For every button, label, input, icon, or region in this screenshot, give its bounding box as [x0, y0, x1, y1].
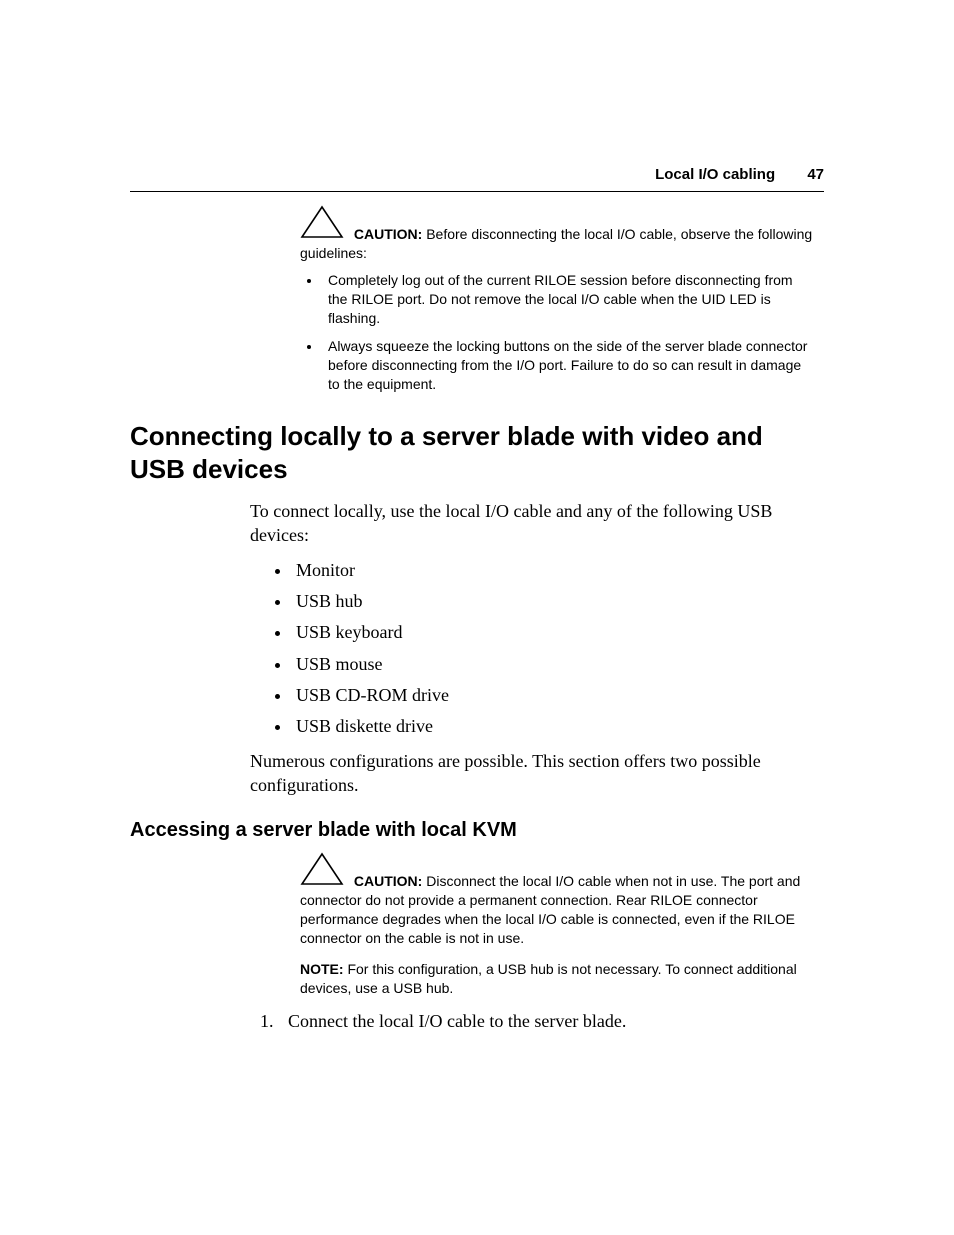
heading-1: Connecting locally to a server blade wit… — [130, 420, 824, 485]
note-label: NOTE: — [300, 961, 344, 977]
header-page-number: 47 — [807, 166, 824, 183]
caution-triangle-icon — [300, 852, 344, 891]
intro-paragraph: To connect locally, use the local I/O ca… — [250, 499, 824, 548]
device-list-item: USB mouse — [292, 652, 824, 676]
ordered-steps: Connect the local I/O cable to the serve… — [250, 1009, 824, 1033]
device-list-item: USB diskette drive — [292, 714, 824, 738]
page: Local I/O cabling 47 CAUTION: Before dis… — [0, 0, 954, 1235]
caution-bullet-item: Always squeeze the locking buttons on th… — [322, 337, 814, 394]
page-content: CAUTION: Before disconnecting the local … — [130, 165, 824, 1034]
caution-block-2: CAUTION: Disconnect the local I/O cable … — [300, 852, 814, 948]
header-title: Local I/O cabling — [655, 166, 775, 183]
caution-bullet-item: Completely log out of the current RILOE … — [322, 271, 814, 328]
device-list: Monitor USB hub USB keyboard USB mouse U… — [250, 558, 824, 739]
device-list-item: USB hub — [292, 589, 824, 613]
note-text: For this configuration, a USB hub is not… — [300, 961, 797, 996]
heading-2: Accessing a server blade with local KVM — [130, 817, 824, 844]
caution-block-1: CAUTION: Before disconnecting the local … — [300, 205, 814, 394]
device-list-item: USB CD-ROM drive — [292, 683, 824, 707]
intro-paragraph-2: Numerous configurations are possible. Th… — [250, 749, 824, 798]
page-header: Local I/O cabling 47 — [130, 165, 824, 192]
caution-bullet-list: Completely log out of the current RILOE … — [300, 271, 814, 394]
caution-label: CAUTION: — [354, 226, 422, 242]
caution-label: CAUTION: — [354, 873, 422, 889]
device-list-item: Monitor — [292, 558, 824, 582]
caution-triangle-icon — [300, 205, 344, 244]
step-item: Connect the local I/O cable to the serve… — [278, 1009, 824, 1033]
device-list-item: USB keyboard — [292, 620, 824, 644]
note-block: NOTE: For this configuration, a USB hub … — [300, 960, 814, 998]
steps-section: Connect the local I/O cable to the serve… — [250, 1009, 824, 1033]
body-section: To connect locally, use the local I/O ca… — [250, 499, 824, 797]
